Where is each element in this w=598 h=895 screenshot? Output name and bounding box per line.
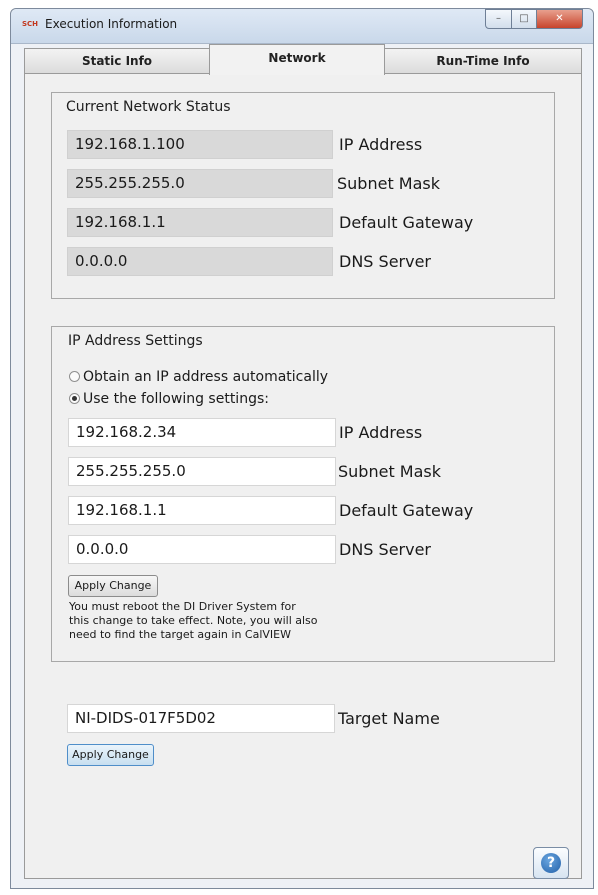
- ip-address-settings-title: IP Address Settings: [68, 333, 203, 349]
- tab-network[interactable]: Network: [209, 44, 385, 75]
- minimize-button[interactable]: –: [485, 9, 512, 29]
- ip-address-settings-group: IP Address Settings Obtain an IP address…: [51, 326, 555, 662]
- subnet-mask-input[interactable]: 255.255.255.0: [68, 457, 336, 486]
- dns-server-label: DNS Server: [339, 540, 431, 559]
- target-name-input[interactable]: NI-DIDS-017F5D02: [67, 704, 335, 733]
- radio-obtain-automatically[interactable]: Obtain an IP address automatically: [69, 368, 328, 386]
- tab-bar: Static Info Network Run-Time Info: [24, 44, 582, 75]
- ip-address-input[interactable]: 192.168.2.34: [68, 418, 336, 447]
- tab-run-time-info[interactable]: Run-Time Info: [384, 48, 582, 74]
- default-gateway-input[interactable]: 192.168.1.1: [68, 496, 336, 525]
- execution-info-window: SCH Execution Information – □ ✕ Static I…: [10, 8, 594, 889]
- current-dns-server-label: DNS Server: [339, 252, 431, 271]
- current-network-status-group: Current Network Status 192.168.1.100 IP …: [51, 92, 555, 299]
- window-controls: – □ ✕: [485, 9, 589, 29]
- radio-use-following-label: Use the following settings:: [83, 391, 269, 407]
- radio-unchecked-icon[interactable]: [69, 371, 80, 382]
- close-button[interactable]: ✕: [536, 9, 583, 29]
- dns-server-input[interactable]: 0.0.0.0: [68, 535, 336, 564]
- current-network-status-title: Current Network Status: [66, 99, 231, 115]
- reboot-note: You must reboot the DI Driver System for…: [69, 600, 318, 641]
- current-dns-server-field: 0.0.0.0: [67, 247, 333, 276]
- window-title: Execution Information: [45, 17, 178, 31]
- ip-address-label: IP Address: [339, 423, 423, 442]
- title-bar[interactable]: SCH Execution Information – □ ✕: [11, 9, 593, 44]
- network-tab-panel: Current Network Status 192.168.1.100 IP …: [24, 73, 582, 879]
- current-ip-address-field: 192.168.1.100: [67, 130, 333, 159]
- radio-use-following[interactable]: Use the following settings:: [69, 390, 269, 408]
- current-default-gateway-field: 192.168.1.1: [67, 208, 333, 237]
- subnet-mask-label: Subnet Mask: [338, 462, 442, 481]
- current-subnet-mask-field: 255.255.255.0: [67, 169, 333, 198]
- app-icon: SCH: [22, 20, 39, 28]
- radio-checked-icon[interactable]: [69, 393, 80, 404]
- help-icon: ?: [541, 853, 561, 873]
- radio-obtain-automatically-label: Obtain an IP address automatically: [83, 369, 329, 385]
- current-subnet-mask-label: Subnet Mask: [337, 174, 441, 193]
- maximize-button[interactable]: □: [511, 9, 537, 29]
- target-name-label: Target Name: [338, 709, 440, 728]
- apply-ip-settings-button[interactable]: Apply Change: [68, 575, 158, 597]
- help-button[interactable]: ?: [533, 847, 569, 879]
- apply-target-name-button[interactable]: Apply Change: [67, 744, 154, 766]
- current-ip-address-label: IP Address: [339, 135, 423, 154]
- current-default-gateway-label: Default Gateway: [339, 213, 474, 232]
- tab-static-info[interactable]: Static Info: [24, 48, 210, 74]
- default-gateway-label: Default Gateway: [339, 501, 474, 520]
